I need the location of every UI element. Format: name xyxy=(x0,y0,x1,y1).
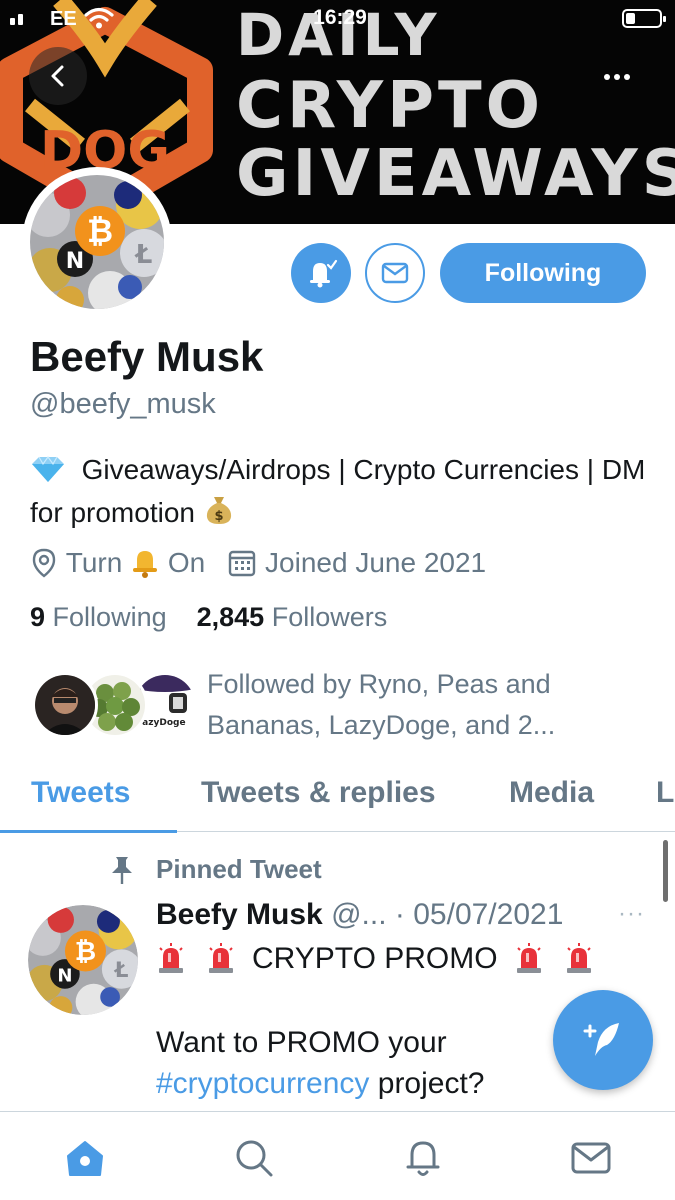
tab-tweets[interactable]: Tweets xyxy=(31,776,130,810)
tweet-text-line-3-rest: project? xyxy=(369,1067,485,1100)
compose-feather-icon xyxy=(583,1023,619,1056)
tweet-headline: CRYPTO PROMO xyxy=(252,942,498,975)
active-tab-indicator xyxy=(0,830,177,833)
location-text-start: Turn xyxy=(65,547,123,578)
profile-meta: Turn On Joined June 2021 xyxy=(30,543,486,583)
gem-icon xyxy=(32,455,64,482)
banner-line-3: GIVEAWAYS xyxy=(236,137,675,211)
tweet-date: 05/07/2021 xyxy=(413,898,564,931)
tweet-author-handle: @... xyxy=(331,898,387,931)
followers-label: Followers xyxy=(271,602,388,632)
bottom-navigation xyxy=(0,1111,675,1200)
scrollbar[interactable] xyxy=(663,840,668,902)
bio-text: Giveaways/Airdrops | Crypto Currencies |… xyxy=(30,454,646,528)
siren-icon xyxy=(159,943,183,973)
svg-text:₿: ₿ xyxy=(87,212,113,250)
following-label: Following xyxy=(52,602,167,632)
more-horizontal-icon xyxy=(604,74,630,80)
svg-text:N: N xyxy=(66,249,84,274)
hashtag-link[interactable]: #cryptocurrency xyxy=(156,1067,369,1100)
message-button[interactable] xyxy=(365,243,425,303)
profile-name: Beefy Musk xyxy=(30,333,264,380)
tab-likes[interactable]: L xyxy=(656,776,674,810)
banner-line-2: CRYPTO xyxy=(236,69,545,143)
tab-tweets-and-replies[interactable]: Tweets & replies xyxy=(201,776,436,810)
tweet-more-button[interactable]: ··· xyxy=(618,900,645,928)
status-bar: EE 16:29 xyxy=(0,0,675,40)
following-button[interactable]: Following xyxy=(440,243,646,303)
wifi-icon xyxy=(84,7,114,29)
home-icon xyxy=(67,1141,103,1176)
follower-avatar-ryno xyxy=(32,672,98,738)
followed-by-text[interactable]: Followed by Ryno, Peas and Bananas, Lazy… xyxy=(207,664,647,746)
svg-text:N: N xyxy=(57,965,72,986)
followers-count: 2,845 xyxy=(196,602,265,632)
nav-notifications[interactable] xyxy=(401,1136,445,1180)
notifications-toggle-button[interactable] xyxy=(291,243,351,303)
tweet-author-name[interactable]: Beefy Musk xyxy=(156,898,323,931)
joined-date: Joined June 2021 xyxy=(265,547,487,578)
chevron-left-icon xyxy=(51,65,64,87)
compose-tweet-button[interactable] xyxy=(553,990,653,1090)
profile-handle: @beefy_musk xyxy=(30,388,216,420)
bell-check-icon xyxy=(310,259,338,288)
bell-emoji-icon xyxy=(133,551,158,578)
location-pin-icon xyxy=(32,548,56,578)
tab-media[interactable]: Media xyxy=(509,776,594,810)
siren-icon xyxy=(566,943,591,973)
svg-text:₿: ₿ xyxy=(75,937,96,967)
pin-icon xyxy=(112,856,132,884)
nav-home[interactable] xyxy=(63,1136,107,1180)
search-icon xyxy=(236,1140,273,1177)
svg-text:$: $ xyxy=(214,509,223,524)
profile-avatar[interactable]: Ł N ₿ xyxy=(22,167,172,317)
tweet-text-line-1: CRYPTO PROMO xyxy=(156,942,604,976)
tweet-text-line-3: #cryptocurrency project? xyxy=(156,1067,485,1101)
tweet-author-avatar[interactable]: Ł N ₿ xyxy=(28,905,138,1015)
messages-icon xyxy=(571,1142,611,1174)
crypto-coins-avatar-image: Ł N ₿ xyxy=(30,175,164,309)
clock: 16:29 xyxy=(313,6,367,29)
follow-counts: 9 Following 2,845 Followers xyxy=(30,602,387,633)
battery-icon xyxy=(622,9,666,28)
signal-icon xyxy=(10,14,23,25)
money-bag-icon: $ xyxy=(206,497,231,524)
profile-tabs: Tweets Tweets & replies Media L xyxy=(0,760,675,833)
envelope-icon xyxy=(381,262,409,284)
following-count: 9 xyxy=(30,602,46,632)
tweet-text-line-2: Want to PROMO your xyxy=(156,1026,447,1059)
notifications-icon xyxy=(406,1141,440,1176)
nav-messages[interactable] xyxy=(569,1136,613,1180)
profile-bio: Giveaways/Airdrops | Crypto Currencies |… xyxy=(30,448,650,534)
person-photo-image xyxy=(35,675,95,735)
tweet-separator: · xyxy=(394,898,405,931)
siren-icon xyxy=(516,943,541,973)
pinned-tweet-label: Pinned Tweet xyxy=(156,854,322,884)
followed-by-avatars[interactable]: LazyDoge xyxy=(32,672,198,740)
more-options-button[interactable] xyxy=(590,50,644,104)
followers-count-link[interactable]: 2,845 Followers xyxy=(197,602,388,632)
back-button[interactable] xyxy=(29,47,87,105)
tweet-header: Beefy Musk @... · 05/07/2021 xyxy=(156,898,656,932)
svg-text:Ł: Ł xyxy=(134,240,153,270)
calendar-icon xyxy=(229,550,256,577)
nav-search[interactable] xyxy=(232,1136,276,1180)
following-count-link[interactable]: 9 Following xyxy=(30,602,167,632)
location-text-end: On xyxy=(167,547,206,578)
carrier-label: EE xyxy=(50,8,77,30)
svg-text:Ł: Ł xyxy=(114,958,129,983)
pinned-tweet-label-row: Pinned Tweet xyxy=(108,854,322,885)
crypto-coins-avatar-image: Ł N ₿ xyxy=(28,905,138,1015)
siren-icon xyxy=(209,943,233,973)
